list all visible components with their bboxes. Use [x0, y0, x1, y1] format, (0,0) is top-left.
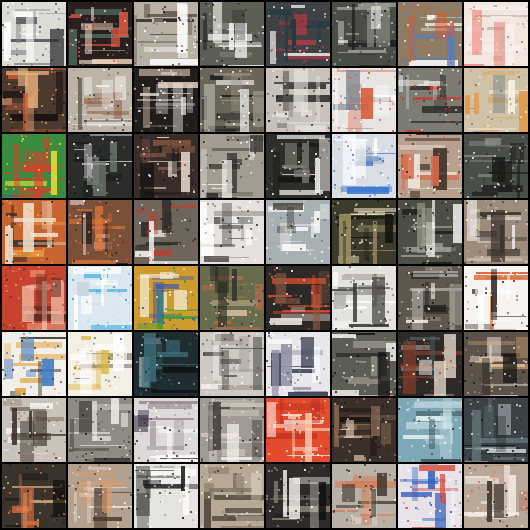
thumbnail-5-2	[68, 266, 132, 330]
thumbnail-8-5	[266, 464, 330, 528]
thumbnail-1-5	[266, 2, 330, 66]
thumbnail-3-1	[2, 134, 66, 198]
thumbnail-2-6	[332, 68, 396, 132]
thumbnail-4-7	[398, 200, 462, 264]
thumbnail-6-6	[332, 332, 396, 396]
thumbnail-3-2	[68, 134, 132, 198]
thumbnail-7-7	[398, 398, 462, 462]
thumbnail-2-5	[266, 68, 330, 132]
thumbnail-2-1	[2, 68, 66, 132]
thumbnail-7-1	[2, 398, 66, 462]
thumbnail-2-7	[398, 68, 462, 132]
thumbnail-4-4	[200, 200, 264, 264]
thumbnail-7-6	[332, 398, 396, 462]
thumbnail-1-3	[134, 2, 198, 66]
thumbnail-3-7	[398, 134, 462, 198]
thumbnail-7-3	[134, 398, 198, 462]
thumbnail-3-6	[332, 134, 396, 198]
thumbnail-8-3	[134, 464, 198, 528]
thumbnail-4-3	[134, 200, 198, 264]
thumbnail-5-8	[464, 266, 528, 330]
thumbnail-5-4	[200, 266, 264, 330]
generated-image-grid	[0, 0, 530, 530]
thumbnail-6-3	[134, 332, 198, 396]
thumbnail-4-2	[68, 200, 132, 264]
thumbnail-8-1	[2, 464, 66, 528]
thumbnail-6-7	[398, 332, 462, 396]
thumbnail-5-3	[134, 266, 198, 330]
thumbnail-1-8	[464, 2, 528, 66]
thumbnail-2-8	[464, 68, 528, 132]
thumbnail-6-1	[2, 332, 66, 396]
thumbnail-1-1	[2, 2, 66, 66]
thumbnail-3-3	[134, 134, 198, 198]
thumbnail-6-8	[464, 332, 528, 396]
thumbnail-8-2	[68, 464, 132, 528]
thumbnail-8-4	[200, 464, 264, 528]
thumbnail-3-8	[464, 134, 528, 198]
thumbnail-6-4	[200, 332, 264, 396]
thumbnail-2-3	[134, 68, 198, 132]
thumbnail-7-4	[200, 398, 264, 462]
thumbnail-2-4	[200, 68, 264, 132]
thumbnail-3-5	[266, 134, 330, 198]
thumbnail-1-7	[398, 2, 462, 66]
thumbnail-1-6	[332, 2, 396, 66]
thumbnail-5-6	[332, 266, 396, 330]
thumbnail-1-2	[68, 2, 132, 66]
thumbnail-5-1	[2, 266, 66, 330]
thumbnail-5-7	[398, 266, 462, 330]
thumbnail-6-5	[266, 332, 330, 396]
thumbnail-6-2	[68, 332, 132, 396]
thumbnail-4-1	[2, 200, 66, 264]
thumbnail-4-5	[266, 200, 330, 264]
thumbnail-3-4	[200, 134, 264, 198]
thumbnail-2-2	[68, 68, 132, 132]
thumbnail-8-7	[398, 464, 462, 528]
thumbnail-8-8	[464, 464, 528, 528]
thumbnail-4-8	[464, 200, 528, 264]
thumbnail-5-5	[266, 266, 330, 330]
thumbnail-8-6	[332, 464, 396, 528]
thumbnail-1-4	[200, 2, 264, 66]
thumbnail-7-5	[266, 398, 330, 462]
thumbnail-7-2	[68, 398, 132, 462]
thumbnail-7-8	[464, 398, 528, 462]
thumbnail-4-6	[332, 200, 396, 264]
